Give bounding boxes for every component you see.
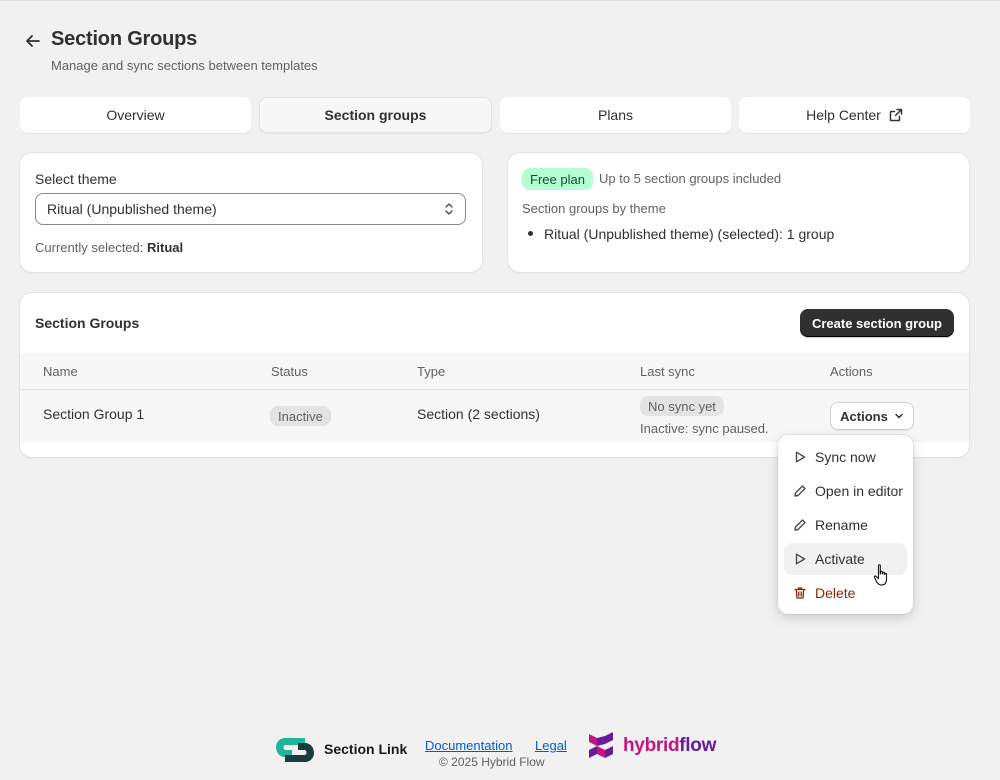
hybrid-text: hybrid [623, 735, 680, 756]
groups-by-theme-label: Section groups by theme [522, 201, 666, 216]
trash-icon [794, 587, 806, 599]
tab-label: Overview [106, 107, 165, 123]
menu-item-label: Rename [815, 517, 868, 533]
actions-button[interactable]: Actions [830, 402, 914, 430]
tab-section-groups[interactable]: Section groups [259, 97, 492, 133]
external-link-icon [889, 108, 903, 122]
plan-limit-text: Up to 5 section groups included [599, 171, 782, 186]
column-header-status[interactable]: Status [271, 364, 308, 379]
current-theme-name: Ritual [147, 240, 184, 255]
actions-menu: Sync now Open in editor Rename Activate … [778, 435, 913, 614]
column-header-actions: Actions [830, 364, 873, 379]
theme-item-text: Ritual (Unpublished theme) (selected): 1… [544, 226, 835, 242]
section-groups-card: Section Groups Create section group Name… [20, 293, 969, 457]
column-header-last-sync[interactable]: Last sync [640, 364, 695, 379]
documentation-link[interactable]: Documentation [425, 738, 512, 753]
theme-select-card: Select theme Ritual (Unpublished theme) … [20, 153, 482, 272]
tab-label: Section groups [324, 107, 427, 123]
group-type: Section (2 sections) [417, 406, 540, 422]
menu-item-open-in-editor[interactable]: Open in editor [784, 475, 907, 507]
menu-item-label: Activate [815, 551, 865, 567]
theme-select[interactable]: Ritual (Unpublished theme) [35, 193, 466, 225]
tab-label: Help Center [806, 107, 881, 123]
group-name: Section Group 1 [43, 406, 145, 422]
tab-label: Plans [597, 107, 634, 123]
tab-bar: Overview Section groups Plans Help Cente… [20, 97, 970, 133]
free-plan-badge: Free plan [522, 168, 593, 190]
section-groups-title: Section Groups [35, 315, 140, 331]
hand-pointer-icon [873, 564, 888, 586]
status-badge: Inactive [270, 406, 331, 426]
hybridflow-brand: hybridflow [623, 735, 716, 757]
column-header-name[interactable]: Name [43, 364, 78, 379]
sync-paused-note: Inactive: sync paused. [640, 421, 769, 436]
select-chevron-icon [445, 203, 453, 215]
section-link-brand: Section Link [324, 741, 408, 757]
legal-link[interactable]: Legal [535, 738, 567, 753]
menu-item-label: Open in editor [815, 483, 903, 499]
menu-item-label: Sync now [815, 449, 876, 465]
create-section-group-button[interactable]: Create section group [799, 309, 954, 337]
tab-plans[interactable]: Plans [500, 97, 731, 133]
arrow-left-icon[interactable] [24, 32, 42, 50]
play-icon [795, 451, 806, 463]
page-subtitle: Manage and sync sections between templat… [51, 58, 318, 73]
last-sync-badge: No sync yet [640, 396, 724, 416]
table-header: Name Status Type Last sync Actions [20, 353, 969, 390]
footer: Section Link Documentation Legal © 2025 … [272, 732, 732, 769]
pencil-icon [794, 519, 806, 531]
menu-item-sync-now[interactable]: Sync now [784, 441, 907, 473]
hybridflow-logo-icon [589, 732, 613, 758]
chevron-down-icon [895, 413, 903, 419]
list-item: Ritual (Unpublished theme) (selected): 1… [526, 226, 834, 242]
bullet-icon [528, 231, 533, 237]
page-title: Section Groups [51, 28, 198, 50]
flow-text: flow [679, 735, 717, 756]
pencil-icon [794, 485, 806, 497]
tab-help-center[interactable]: Help Center [739, 97, 970, 133]
menu-item-label: Delete [815, 585, 856, 601]
theme-select-value: Ritual (Unpublished theme) [47, 201, 217, 217]
menu-item-rename[interactable]: Rename [784, 509, 907, 541]
actions-label: Actions [840, 408, 888, 424]
copyright-text: © 2025 Hybrid Flow [439, 755, 545, 769]
play-icon [795, 553, 806, 565]
plan-card: Free plan Up to 5 section groups include… [508, 153, 969, 272]
column-header-type[interactable]: Type [417, 364, 445, 379]
select-theme-label: Select theme [35, 171, 117, 187]
currently-selected-text: Currently selected: Ritual [35, 240, 183, 255]
current-prefix: Currently selected: [35, 240, 144, 255]
tab-overview[interactable]: Overview [20, 97, 251, 133]
section-link-logo-icon [276, 738, 314, 762]
